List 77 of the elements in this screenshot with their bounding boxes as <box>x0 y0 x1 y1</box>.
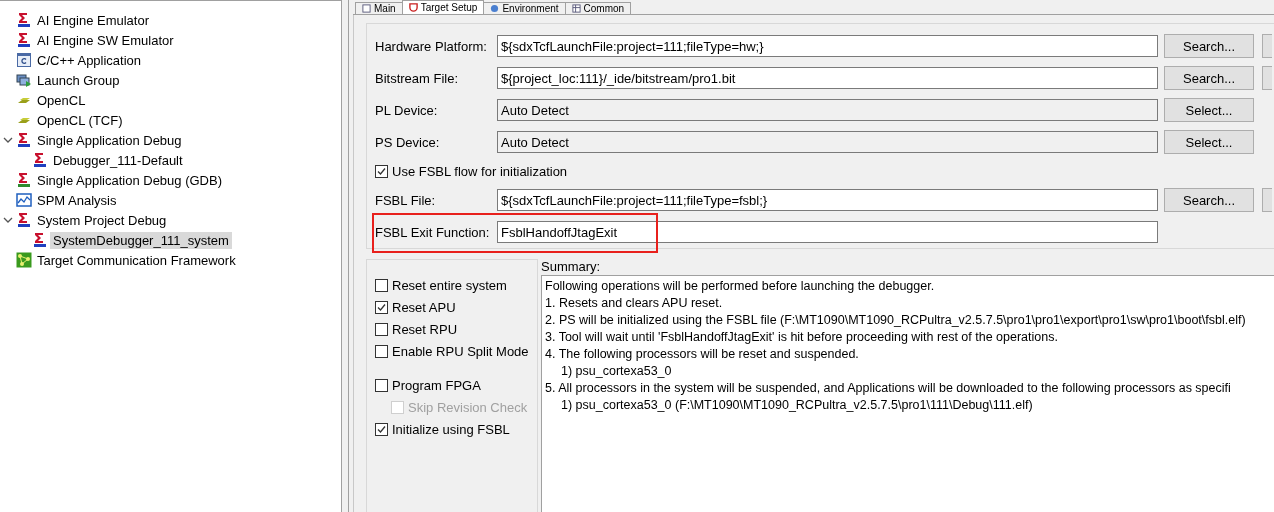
field-label: PL Device: <box>375 102 439 118</box>
shield-icon <box>408 3 418 12</box>
tree-item[interactable]: SystemDebugger_111_system <box>50 231 232 249</box>
tab-label: Main <box>374 3 396 14</box>
sigma-icon <box>16 32 32 48</box>
text-field[interactable]: ${sdxTcfLaunchFile:project=111;fileType=hw;} <box>497 35 1158 57</box>
tree-item[interactable]: Debugger_111-Default <box>50 151 186 169</box>
checkbox-label: Reset APU <box>392 299 456 315</box>
checkbox-label: Enable RPU Split Mode <box>392 343 529 359</box>
summary-line: Following operations will be performed before launching the debugger. <box>545 278 936 295</box>
summary-line: 1) psu_cortexa53_0 <box>560 363 673 380</box>
summary-line: 4. The following processors will be reset and suspended. <box>545 346 860 363</box>
tree-item[interactable]: Target Communication Framework <box>34 251 239 269</box>
sigma-icon <box>32 232 48 248</box>
chart-icon <box>16 192 32 208</box>
tab[interactable]: Target Setup <box>401 0 485 14</box>
summary-line: 2. PS will be initialized using the FSBL file (F:\MT1090\MT1090_RCPultra_v2.5.7.5\pro1\pro1\export\pro1\sw\pro1\boot\fsbl.elf) <box>545 312 1247 329</box>
checkbox-label: Skip Revision Check <box>408 399 528 415</box>
checkbox-label: Use FSBL flow for initialization <box>392 163 568 179</box>
windows-play-icon <box>16 72 32 88</box>
summary-line: 3. Tool will wait until 'FsblHandoffJtagExit' is hit before proceeding with rest of the operations. <box>545 329 1059 346</box>
text-field[interactable]: Auto Detect <box>497 131 1158 153</box>
field-label: PS Device: <box>375 134 441 150</box>
checkbox[interactable] <box>375 322 388 336</box>
document-icon <box>362 4 371 13</box>
network-icon <box>16 252 32 268</box>
field-label: Hardware Platform: <box>375 38 488 54</box>
tree-item[interactable]: C/C++ Application <box>34 51 145 69</box>
tree-item[interactable]: AI Engine SW Emulator <box>34 31 177 49</box>
tab-label: Environment <box>502 3 559 14</box>
checkbox[interactable] <box>375 164 388 178</box>
checkbox[interactable] <box>375 422 388 436</box>
table-icon <box>571 4 581 13</box>
tab[interactable]: Environment <box>483 2 566 14</box>
text-field[interactable]: FsblHandoffJtagExit <box>497 221 1158 243</box>
tab[interactable]: Main <box>355 2 403 14</box>
checkbox[interactable] <box>375 300 388 314</box>
sigma-icon <box>16 212 32 228</box>
checkbox-label: Reset entire system <box>392 277 507 293</box>
tree-item[interactable]: AI Engine Emulator <box>34 11 152 29</box>
sigma-icon <box>16 12 32 28</box>
tree-item[interactable]: OpenCL <box>34 91 89 109</box>
text-field[interactable]: Auto Detect <box>497 99 1158 121</box>
sigma-icon <box>16 132 32 148</box>
summary-title: Summary: <box>541 259 602 275</box>
tree-item[interactable]: SPM Analysis <box>34 191 120 209</box>
tree-item[interactable]: Launch Group <box>34 71 123 89</box>
tree-item[interactable]: Single Application Debug <box>34 131 185 149</box>
browse-button[interactable]: Search... <box>1164 66 1254 90</box>
sigma-icon <box>16 172 32 188</box>
tab-label: Target Setup <box>420 2 478 13</box>
browse-button[interactable]: Search... <box>1164 188 1254 212</box>
field-label: FSBL Exit Function: <box>375 224 491 240</box>
checkbox[interactable] <box>375 378 388 392</box>
tree-item[interactable]: OpenCL (TCF) <box>34 111 126 129</box>
checkbox-label: Program FPGA <box>392 377 481 393</box>
sigma-icon <box>32 152 48 168</box>
checkbox[interactable] <box>375 344 388 358</box>
summary-line: 5. All processors in the system will be suspended, and Applications will be downloaded to the following processors as specifi <box>545 380 1232 397</box>
tree-item[interactable]: Single Application Debug (GDB) <box>34 171 225 189</box>
c-file-icon <box>16 52 32 68</box>
globe-icon <box>490 4 500 13</box>
tab-label: Common <box>583 3 625 14</box>
text-field[interactable]: ${sdxTcfLaunchFile:project=111;fileType=fsbl;} <box>497 189 1158 211</box>
checkbox-label: Reset RPU <box>392 321 458 337</box>
text-field[interactable]: ${project_loc:111}/_ide/bitstream/pro1.bit <box>497 67 1158 89</box>
field-label: Bitstream File: <box>375 70 460 86</box>
checkbox-label: Initialize using FSBL <box>392 421 510 437</box>
summary-line: 1. Resets and clears APU reset. <box>545 295 724 312</box>
tab[interactable]: Common <box>564 2 632 14</box>
browse-button[interactable]: Select... <box>1164 98 1254 122</box>
browse-button[interactable]: Search... <box>1164 34 1254 58</box>
field-label: FSBL File: <box>375 192 437 208</box>
summary-line: 1) psu_cortexa53_0 (F:\MT1090\MT1090_RCPultra_v2.5.7.5\pro1\111\Debug\111.elf) <box>560 397 1034 414</box>
browse-button[interactable]: Select... <box>1164 130 1254 154</box>
tree-item[interactable]: System Project Debug <box>34 211 170 229</box>
checkbox[interactable] <box>375 278 388 292</box>
